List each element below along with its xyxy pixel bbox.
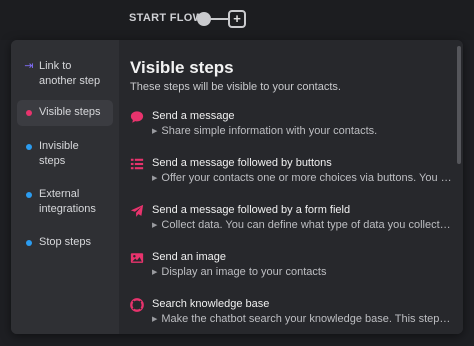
caret-right-icon: ▶ [152, 222, 158, 229]
option-title: Send a message followed by buttons [152, 157, 332, 169]
option-description: Collect data. You can define what type o… [161, 219, 452, 231]
option-send-message-form-field[interactable]: Send a message followed by a form field … [130, 203, 453, 250]
chat-bubble-icon [130, 109, 152, 124]
flow-start-node[interactable] [197, 12, 211, 26]
flow-connector [210, 18, 229, 20]
lifebuoy-icon [130, 297, 152, 312]
list-icon [130, 156, 152, 171]
option-send-image[interactable]: Send an image ▶ Display an image to your … [130, 250, 453, 297]
step-category-sidebar: ⇥ Link to another step Visible steps Inv… [11, 40, 119, 334]
pink-dot-icon [23, 105, 35, 121]
blue-dot-icon [23, 187, 35, 203]
send-plane-icon [130, 203, 152, 218]
option-description: Display an image to your contacts [161, 266, 327, 278]
caret-right-icon: ▶ [152, 316, 158, 323]
option-title: Send an image [152, 251, 226, 263]
option-search-knowledge-base[interactable]: Search knowledge base ▶ Make the chatbot … [130, 297, 453, 334]
sidebar-item-label: Invisible steps [39, 140, 79, 167]
option-send-message-buttons[interactable]: Send a message followed by buttons ▶ Offe… [130, 156, 453, 203]
start-flow-label: START FLOW [129, 12, 204, 24]
sidebar-item-link-to-another-step[interactable]: ⇥ Link to another step [17, 54, 113, 94]
blue-dot-icon [23, 235, 35, 251]
caret-right-icon: ▶ [152, 269, 158, 276]
option-description: Share simple information with your conta… [161, 125, 378, 137]
sidebar-item-label: Link to another step [39, 60, 101, 87]
option-send-message[interactable]: Send a message ▶ Share simple information… [130, 109, 453, 156]
sidebar-item-label: Visible steps [39, 106, 101, 118]
step-picker-panel: ⇥ Link to another step Visible steps Inv… [11, 40, 463, 334]
sidebar-item-label: Stop steps [39, 236, 91, 248]
sidebar-item-label: External integrations [39, 188, 96, 215]
option-title: Send a message [152, 110, 235, 122]
sidebar-item-stop-steps[interactable]: Stop steps [17, 230, 113, 256]
option-title: Search knowledge base [152, 298, 270, 310]
flow-header: START FLOW + [0, 0, 474, 40]
option-description: Offer your contacts one or more choices … [161, 172, 452, 184]
sidebar-item-invisible-steps[interactable]: Invisible steps [17, 134, 113, 174]
section-title: Visible steps [130, 58, 234, 77]
blue-dot-icon [23, 139, 35, 155]
option-description: Make the chatbot search your knowledge b… [161, 313, 452, 325]
add-step-button[interactable]: + [228, 10, 246, 28]
sidebar-item-external-integrations[interactable]: External integrations [17, 182, 113, 222]
link-arrow-icon: ⇥ [24, 60, 34, 72]
caret-right-icon: ▶ [152, 128, 158, 135]
sidebar-item-visible-steps[interactable]: Visible steps [17, 100, 113, 126]
option-title: Send a message followed by a form field [152, 204, 351, 216]
caret-right-icon: ▶ [152, 175, 158, 182]
image-icon [130, 250, 152, 265]
scrollbar[interactable] [457, 46, 461, 164]
visible-steps-list: Visible steps These steps will be visibl… [119, 40, 463, 334]
section-subtitle: These steps will be visible to your cont… [130, 81, 341, 93]
